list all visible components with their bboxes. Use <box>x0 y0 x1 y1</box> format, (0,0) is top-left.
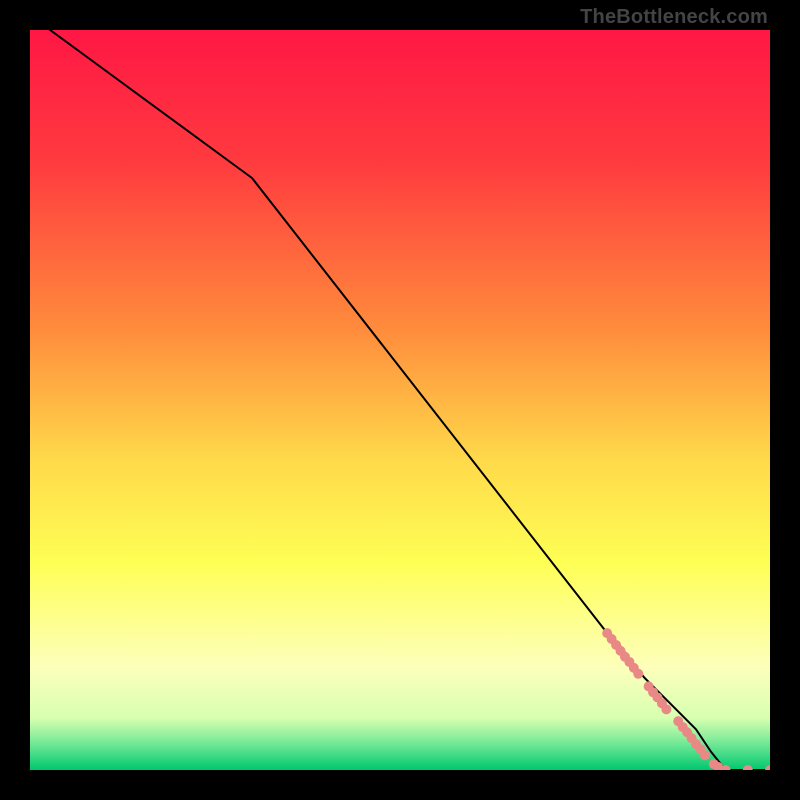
watermark-text: TheBottleneck.com <box>580 6 768 29</box>
data-marker <box>661 704 671 714</box>
chart-frame: TheBottleneck.com <box>0 0 800 800</box>
data-marker <box>700 750 710 760</box>
data-marker <box>633 669 643 679</box>
gradient-background <box>30 30 770 770</box>
plot-svg <box>30 30 770 770</box>
plot-area <box>30 30 770 770</box>
